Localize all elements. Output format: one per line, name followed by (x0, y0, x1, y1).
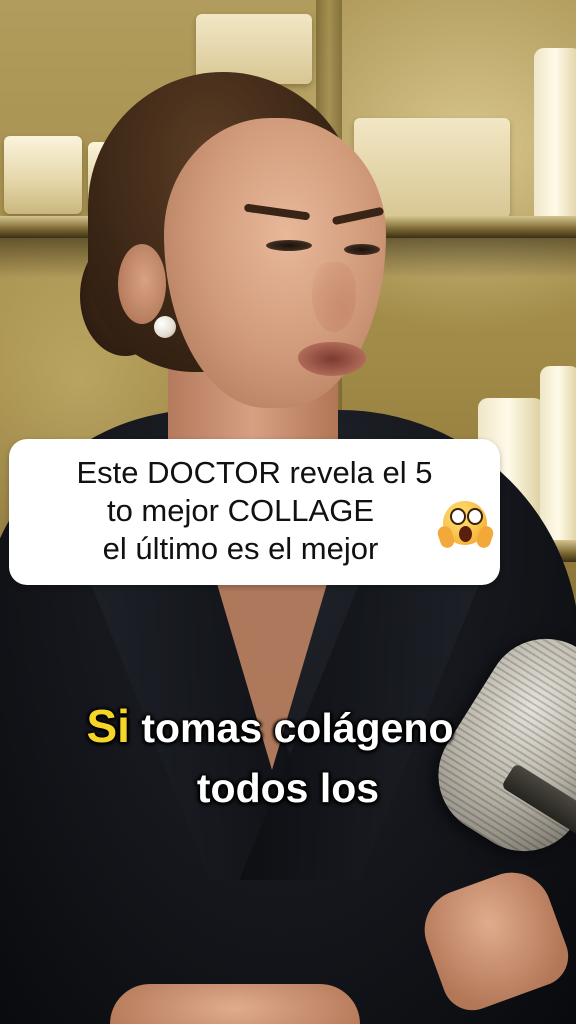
subtitle-line-2: todos los (196, 765, 380, 811)
background-jar (4, 136, 82, 214)
flushed-face-icon-eye (467, 508, 483, 525)
background-bottle (540, 366, 576, 548)
caption-card: Este DOCTOR revela el 5 to mejor COLLAGE… (9, 439, 500, 585)
caption-line-2: to mejor COLLAGE (106, 493, 375, 528)
subtitle-highlight-word: Si (86, 700, 130, 752)
caption-line-3: el último es el mejor (102, 531, 379, 566)
subtitle-line-1: Si tomas colágeno (0, 700, 558, 754)
person-eye-left (266, 240, 312, 251)
pearl-earring (154, 316, 176, 338)
person-nose (312, 262, 356, 332)
person-eye-right (344, 244, 380, 255)
flushed-face-icon-eye (450, 508, 466, 525)
subtitle-line-1-text: tomas colágeno (129, 705, 454, 751)
person-hand-left (110, 984, 360, 1024)
background-bottle (534, 48, 576, 220)
caption-line-1: Este DOCTOR revela el 5 (76, 455, 433, 490)
person-ear (118, 244, 166, 324)
person-lips (298, 342, 366, 376)
flushed-face-icon-mouth (459, 526, 472, 542)
